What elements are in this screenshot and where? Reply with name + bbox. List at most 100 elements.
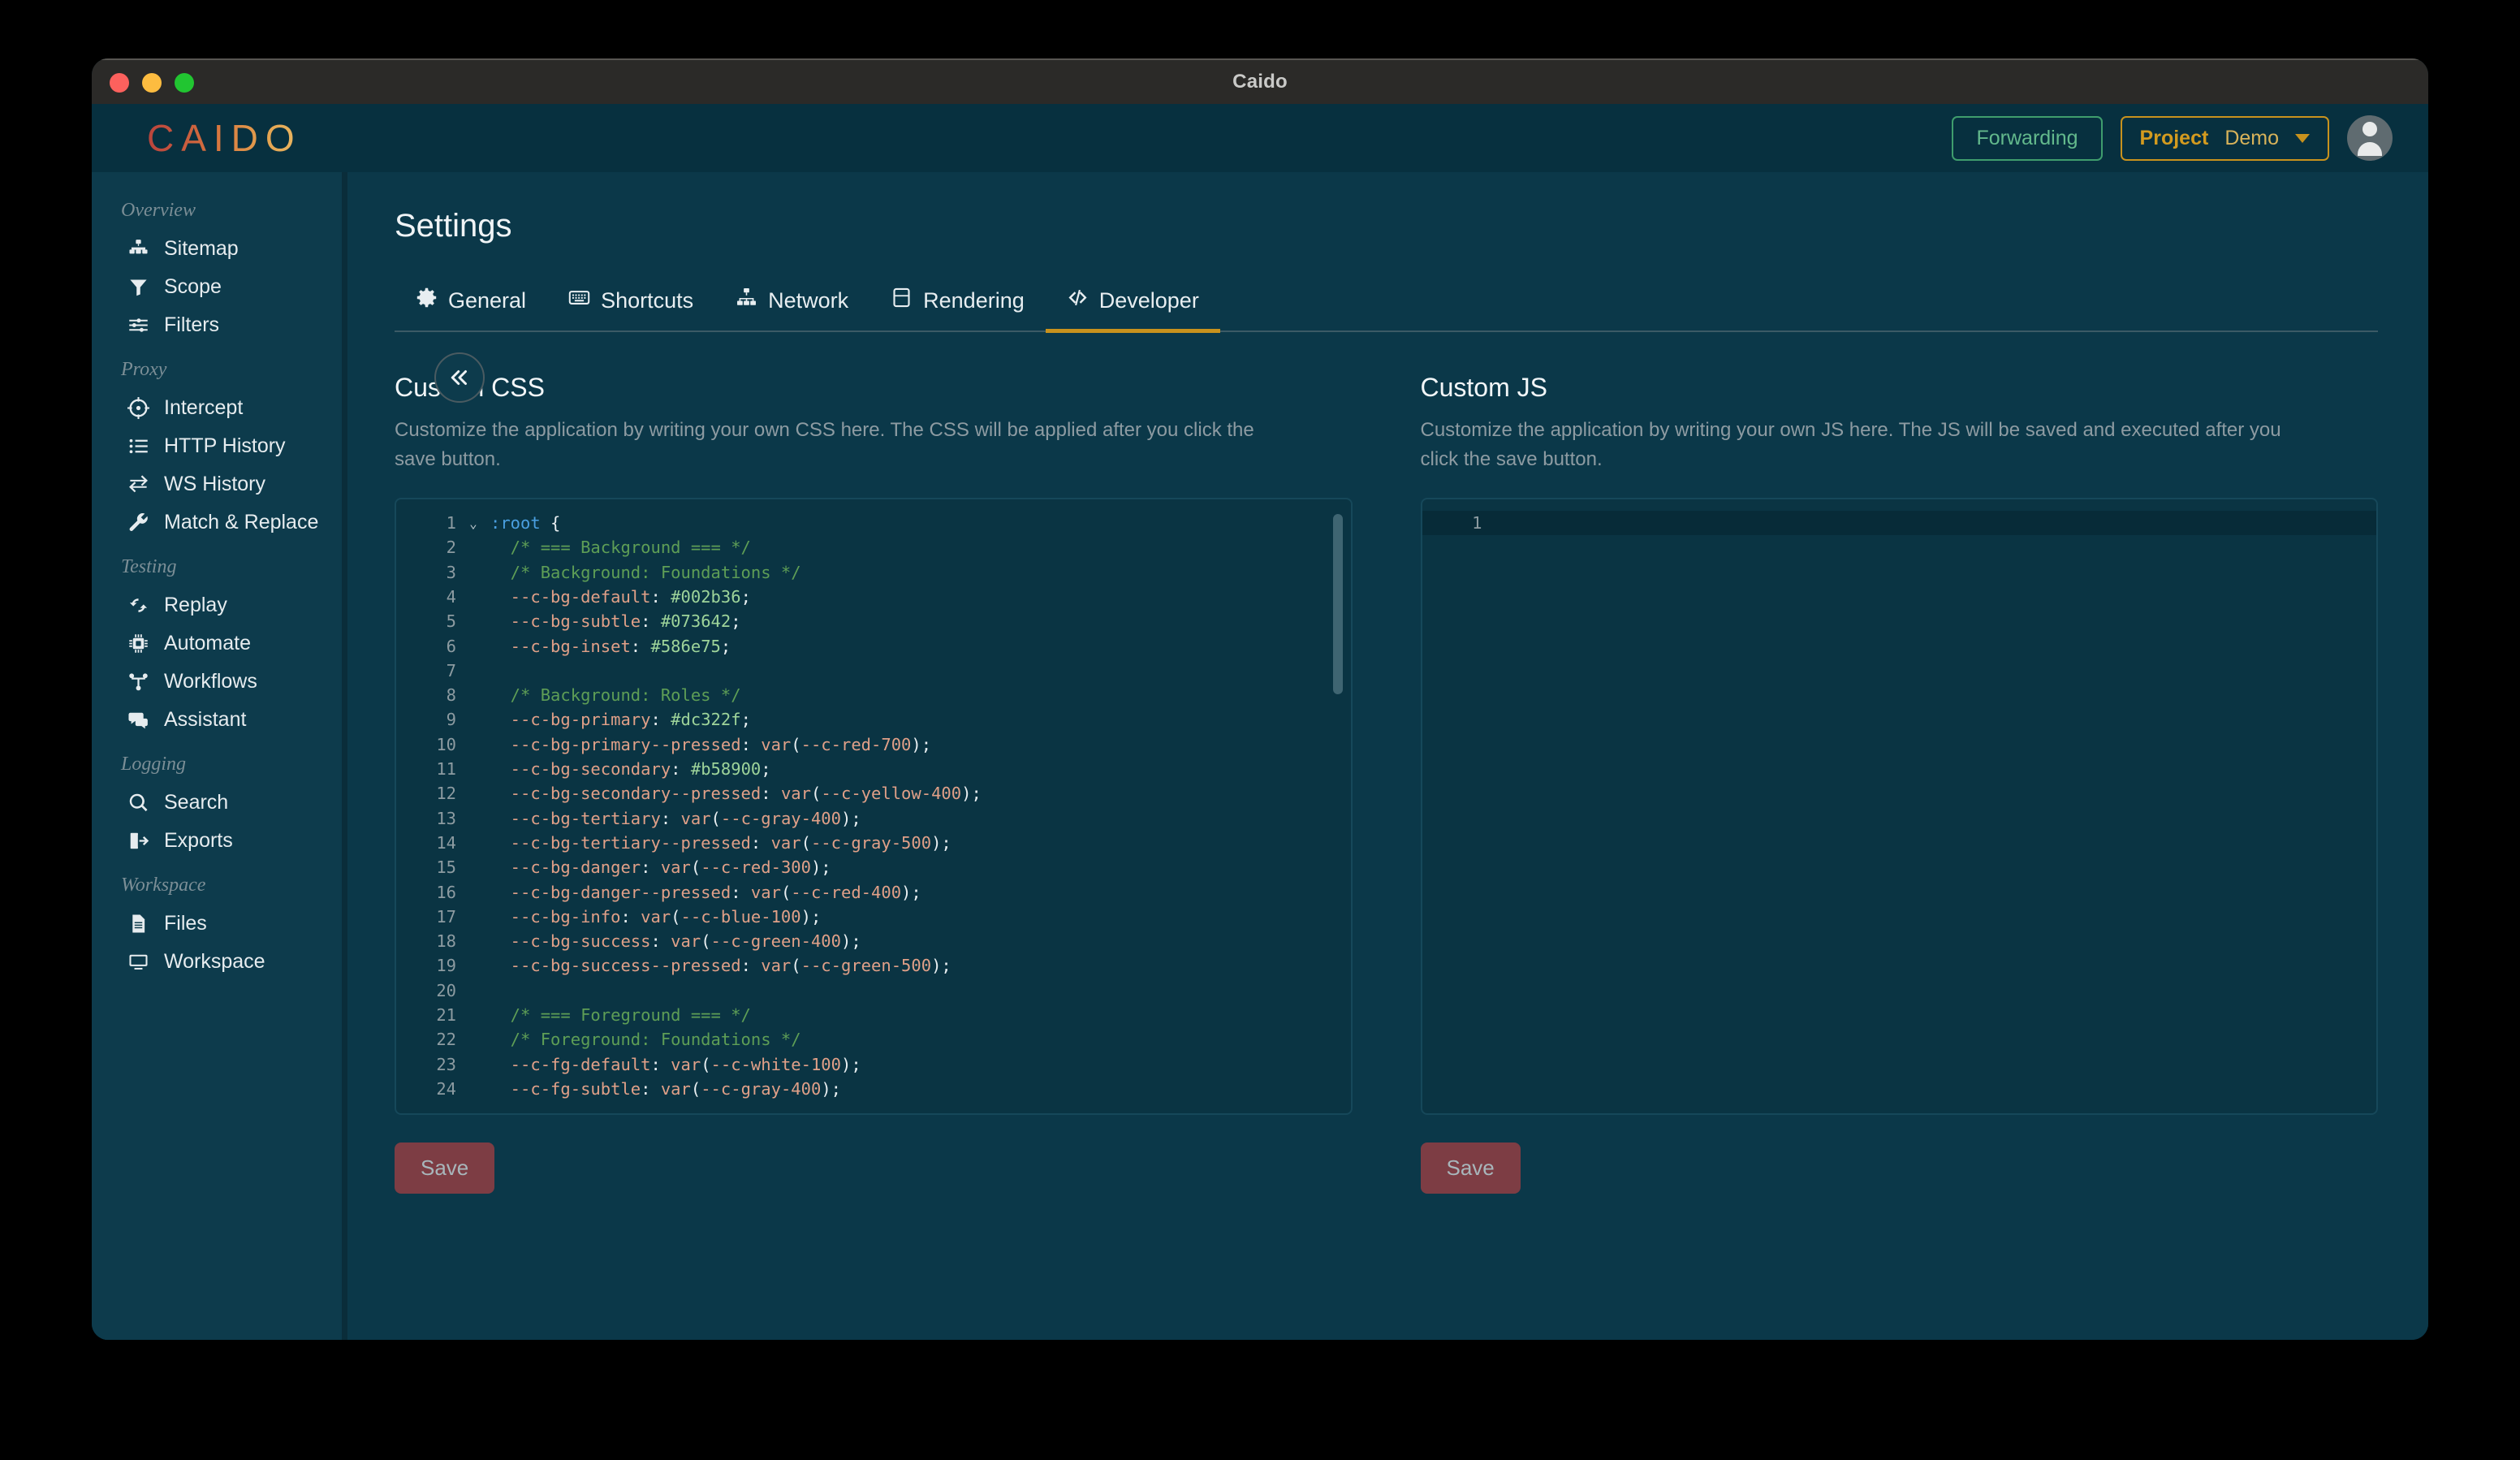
app-layout: Overview Sitemap Scope Filters Proxy Intercep… xyxy=(92,172,2428,1340)
line-number: 18 xyxy=(436,931,456,952)
sidebar-group-label: Overview xyxy=(121,200,196,221)
crosshair-icon xyxy=(127,397,149,419)
code-line[interactable]: 2 /* === Background === */ xyxy=(396,535,1351,559)
sidebar-item-label: WS History xyxy=(164,473,265,495)
code-line[interactable]: 22 /* Foreground: Foundations */ xyxy=(396,1027,1351,1052)
code-line[interactable]: 11 --c-bg-secondary: #b58900; xyxy=(396,757,1351,781)
close-window-icon[interactable] xyxy=(110,73,129,93)
tab-label: General xyxy=(448,287,527,313)
code-text: --c-bg-danger: var(--c-red-300); xyxy=(490,857,831,878)
tab-label: Rendering xyxy=(923,287,1025,313)
code-line[interactable]: 1 xyxy=(1422,510,2376,536)
line-number: 22 xyxy=(436,1030,456,1050)
code-line[interactable]: 16 --c-bg-danger--pressed: var(--c-red-4… xyxy=(396,879,1351,904)
custom-js-editor[interactable]: 1 xyxy=(1420,497,2378,1115)
tab-general[interactable]: General xyxy=(395,279,547,333)
code-line[interactable]: 20 xyxy=(396,978,1351,1003)
code-line[interactable]: 1 ⌄:root { xyxy=(396,511,1351,535)
line-number: 9 xyxy=(446,710,456,730)
editor-scrollbar[interactable] xyxy=(1332,509,1343,1104)
editor-scrollbar-thumb[interactable] xyxy=(1332,513,1343,694)
code-line[interactable]: 10 --c-bg-primary--pressed: var(--c-red-… xyxy=(396,732,1351,757)
tab-network[interactable]: Network xyxy=(714,279,869,333)
save-button-custom-js[interactable]: Save xyxy=(1420,1142,1521,1194)
caido-logo: CAIDO xyxy=(131,116,302,160)
sidebar-item-label: Workflows xyxy=(164,670,257,693)
sidebar-item-automate[interactable]: Automate xyxy=(92,624,347,663)
sidebar-item-ws-history[interactable]: WS History xyxy=(92,465,347,503)
sidebar-item-label: Files xyxy=(164,912,207,935)
sidebar-item-workspace[interactable]: Workspace xyxy=(92,943,347,981)
sidebar-item-sitemap[interactable]: Sitemap xyxy=(92,230,347,268)
save-button-custom-css[interactable]: Save xyxy=(395,1142,495,1194)
sidebar-item-search[interactable]: Search xyxy=(92,784,347,822)
code-line[interactable]: 24 --c-fg-subtle: var(--c-gray-400); xyxy=(396,1077,1351,1101)
code-line[interactable]: 18 --c-bg-success: var(--c-green-400); xyxy=(396,929,1351,953)
code-line[interactable]: 14 --c-bg-tertiary--pressed: var(--c-gra… xyxy=(396,831,1351,855)
code-line[interactable]: 23 --c-fg-default: var(--c-white-100); xyxy=(396,1052,1351,1076)
gear-icon xyxy=(416,287,438,314)
sidebar-item-http-history[interactable]: HTTP History xyxy=(92,427,347,465)
sidebar-item-intercept[interactable]: Intercept xyxy=(92,389,347,427)
window-title: Caido xyxy=(1232,71,1288,93)
code-line[interactable]: 9 --c-bg-primary: #dc322f; xyxy=(396,707,1351,732)
window-icon xyxy=(891,287,913,314)
code-line[interactable]: 4 --c-bg-default: #002b36; xyxy=(396,585,1351,609)
fold-toggle-icon[interactable]: ⌄ xyxy=(463,516,484,531)
code-text: --c-bg-primary: #dc322f; xyxy=(490,710,751,730)
sidebar-item-label: Intercept xyxy=(164,396,244,419)
code-text: --c-bg-secondary--pressed: var(--c-yello… xyxy=(490,784,982,804)
exchange-arrows-icon xyxy=(127,473,149,495)
sidebar-group-label: Testing xyxy=(121,556,177,577)
minimize-window-icon[interactable] xyxy=(142,73,162,93)
sidebar-item-match-replace[interactable]: Match & Replace xyxy=(92,503,347,542)
sidebar-item-label: Scope xyxy=(164,275,222,298)
monitor-icon xyxy=(129,954,148,970)
code-text: :root { xyxy=(490,513,561,533)
code-text: --c-bg-success--pressed: var(--c-green-5… xyxy=(490,956,951,976)
line-number: 11 xyxy=(436,759,456,780)
sidebar-item-filters[interactable]: Filters xyxy=(92,306,347,344)
code-line[interactable]: 19 --c-bg-success--pressed: var(--c-gree… xyxy=(396,953,1351,978)
refresh-icon xyxy=(129,598,148,612)
sliders-icon xyxy=(127,314,149,336)
project-value: Demo xyxy=(2224,126,2279,149)
forwarding-button[interactable]: Forwarding xyxy=(1952,115,2103,161)
line-number: 6 xyxy=(446,636,456,656)
line-number: 7 xyxy=(446,660,456,680)
sidebar-item-assistant[interactable]: Assistant xyxy=(92,701,347,739)
tab-rendering[interactable]: Rendering xyxy=(869,279,1046,333)
tab-shortcuts[interactable]: Shortcuts xyxy=(547,279,714,333)
sidebar-collapse-button[interactable] xyxy=(434,352,485,403)
sidebar: Overview Sitemap Scope Filters Proxy Intercep… xyxy=(92,172,347,1340)
code-line[interactable]: 17 --c-bg-info: var(--c-blue-100); xyxy=(396,905,1351,929)
code-line[interactable]: 8 /* Background: Roles */ xyxy=(396,683,1351,707)
main-content: Settings General Shortcuts Network Renderin… xyxy=(347,172,2428,1340)
line-number: 24 xyxy=(436,1078,456,1099)
code-line[interactable]: 21 /* === Foreground === */ xyxy=(396,1003,1351,1027)
custom-css-editor[interactable]: 1 ⌄:root {2 /* === Background === */3 /* … xyxy=(395,497,1353,1115)
maximize-window-icon[interactable] xyxy=(175,73,194,93)
code-line[interactable]: 3 /* Background: Foundations */ xyxy=(396,560,1351,585)
sidebar-item-replay[interactable]: Replay xyxy=(92,586,347,624)
code-text: --c-bg-success: var(--c-green-400); xyxy=(490,931,861,952)
sidebar-item-exports[interactable]: Exports xyxy=(92,822,347,860)
sidebar-group-label: Logging xyxy=(121,754,187,775)
sidebar-item-files[interactable]: Files xyxy=(92,905,347,943)
sidebar-item-scope[interactable]: Scope xyxy=(92,268,347,306)
code-line[interactable]: 12 --c-bg-secondary--pressed: var(--c-ye… xyxy=(396,781,1351,806)
sidebar-item-workflows[interactable]: Workflows xyxy=(92,663,347,701)
app-window: Caido CAIDO Forwarding Project Demo Over… xyxy=(92,58,2428,1340)
project-selector[interactable]: Project Demo xyxy=(2120,115,2329,161)
line-number: 21 xyxy=(436,1005,456,1026)
sidebar-item-label: HTTP History xyxy=(164,434,286,457)
code-line[interactable]: 15 --c-bg-danger: var(--c-red-300); xyxy=(396,855,1351,879)
tab-developer[interactable]: Developer xyxy=(1045,279,1220,333)
chevron-double-left-icon xyxy=(451,370,467,385)
code-line[interactable]: 6 --c-bg-inset: #586e75; xyxy=(396,633,1351,658)
avatar[interactable] xyxy=(2347,115,2393,161)
sidebar-item-label: Assistant xyxy=(164,708,247,731)
code-line[interactable]: 5 --c-bg-subtle: #073642; xyxy=(396,609,1351,633)
code-line[interactable]: 13 --c-bg-tertiary: var(--c-gray-400); xyxy=(396,806,1351,831)
code-line[interactable]: 7 xyxy=(396,659,1351,683)
